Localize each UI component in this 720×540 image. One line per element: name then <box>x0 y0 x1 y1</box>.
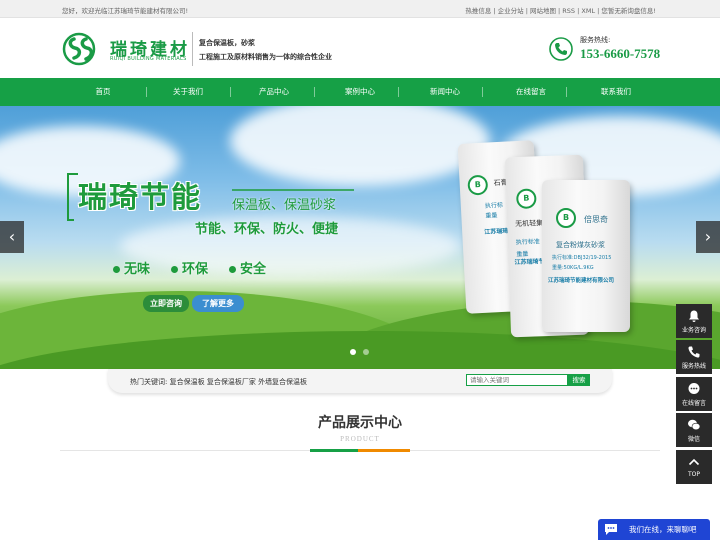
bag-logo-icon: B <box>556 208 576 228</box>
bullet-icon <box>171 266 178 273</box>
sidebar-wechat[interactable]: 微信 <box>676 413 712 447</box>
hot-keyword-link[interactable]: 复合保温板厂家 <box>207 378 256 386</box>
phone-icon <box>688 346 700 358</box>
chat-icon <box>605 524 617 535</box>
chat-bubble-icon <box>688 383 700 394</box>
nav-item-products[interactable]: 产品中心 <box>239 78 309 106</box>
product-bag-front: B 倍思奇 复合粉煤灰砂浆 执行标准:DBJ32/19-2015 重量:50KG… <box>542 180 630 332</box>
slide-dot-active[interactable] <box>350 349 356 355</box>
nav-separator <box>230 87 231 97</box>
banner-title: 瑞琦节能 <box>78 180 203 214</box>
logo-subtext: RUIQI BUILDING MATERIALS <box>110 56 187 62</box>
nav-separator <box>146 87 147 97</box>
sidebar-message[interactable]: 在线留言 <box>676 377 712 411</box>
sidebar-consult[interactable]: 业务咨询 <box>676 304 712 338</box>
site-header: 瑞琦建材 RUIQI BUILDING MATERIALS 复合保温板，砂浆 工… <box>0 18 720 78</box>
online-chat-bar[interactable]: 我们在线，来聊聊吧 <box>598 519 710 540</box>
nav-item-about[interactable]: 关于我们 <box>153 78 223 106</box>
hot-keyword-link[interactable]: 外墙复合保温板 <box>258 378 307 386</box>
bell-icon <box>689 310 699 322</box>
nav-separator <box>482 87 483 97</box>
main-nav: 首页 关于我们 产品中心 案例中心 新闻中心 在线留言 联系我们 <box>0 78 720 106</box>
chevron-up-icon <box>688 458 700 466</box>
slogan-line-1: 复合保温板，砂浆 <box>199 39 255 47</box>
bullet-icon <box>113 266 120 273</box>
banner-subtitle-1: 保温板、保温砂浆 <box>232 198 337 213</box>
banner-feature: 环保 <box>171 258 208 277</box>
banner-feature: 安全 <box>229 258 266 277</box>
learn-more-button[interactable]: 了解更多 <box>192 295 244 312</box>
nav-separator <box>314 87 315 97</box>
logo-icon[interactable] <box>62 31 100 67</box>
search-input[interactable] <box>466 374 568 386</box>
sidebar-label: 服务热线 <box>681 363 706 370</box>
section-subtitle: PRODUCT <box>340 435 380 443</box>
sidebar-top[interactable]: TOP <box>676 450 712 484</box>
welcome-text: 您好，欢迎光临江苏瑞琦节能建材有限公司! <box>62 7 189 15</box>
slogan-line-2: 工程施工及原材料销售为一体的综合性企业 <box>199 53 332 61</box>
hotline-number: 153-6660-7578 <box>580 46 661 61</box>
section-accent-green <box>310 449 358 452</box>
banner-feature: 无味 <box>113 258 150 277</box>
bullet-icon <box>229 266 236 273</box>
top-links[interactable]: 热推信息 | 企业分站 | 网站地图 | RSS | XML | 您暂无新询盘信… <box>465 5 656 15</box>
section-title: 产品展示中心 <box>318 415 402 431</box>
nav-separator <box>566 87 567 97</box>
sidebar-label: 微信 <box>687 436 700 443</box>
nav-item-news[interactable]: 新闻中心 <box>410 78 480 106</box>
nav-item-home[interactable]: 首页 <box>68 78 138 106</box>
header-divider <box>192 32 193 66</box>
nav-item-contact[interactable]: 联系我们 <box>581 78 651 106</box>
sidebar-hotline[interactable]: 服务热线 <box>676 340 712 374</box>
bag-logo-icon: B <box>515 188 537 210</box>
nav-item-cases[interactable]: 案例中心 <box>325 78 395 106</box>
hot-keywords-label: 热门关键词: <box>130 378 168 386</box>
sidebar-label: TOP <box>687 471 700 478</box>
sidebar-label: 业务咨询 <box>681 327 706 334</box>
slide-dot[interactable] <box>363 349 369 355</box>
banner-prev-arrow[interactable]: ‹ <box>0 221 24 253</box>
hot-keywords: 热门关键词: 复合保温板 复合保温板厂家 外墙复合保温板 <box>130 377 307 387</box>
sidebar-label: 在线留言 <box>681 400 706 407</box>
consult-button[interactable]: 立即咨询 <box>143 295 189 312</box>
section-accent-orange <box>358 449 410 452</box>
nav-item-message[interactable]: 在线留言 <box>496 78 566 106</box>
hotline-phone-icon <box>549 37 573 61</box>
wechat-icon <box>688 419 701 431</box>
banner-next-arrow[interactable]: › <box>696 221 720 253</box>
nav-separator <box>398 87 399 97</box>
hero-banner[interactable]: 瑞琦节能 保温板、保温砂浆 节能、环保、防火、便捷 无味 环保 安全 立即咨询 … <box>0 106 720 369</box>
bag-logo-icon: B <box>467 174 489 196</box>
top-bar: 您好，欢迎光临江苏瑞琦节能建材有限公司! 热推信息 | 企业分站 | 网站地图 … <box>0 0 720 18</box>
chat-text: 我们在线，来聊聊吧 <box>629 525 697 534</box>
search-button[interactable]: 搜索 <box>568 374 590 386</box>
hotline-label: 服务热线: <box>580 36 611 44</box>
hot-keyword-link[interactable]: 复合保温板 <box>170 378 205 386</box>
banner-subtitle-2: 节能、环保、防火、便捷 <box>195 222 339 237</box>
